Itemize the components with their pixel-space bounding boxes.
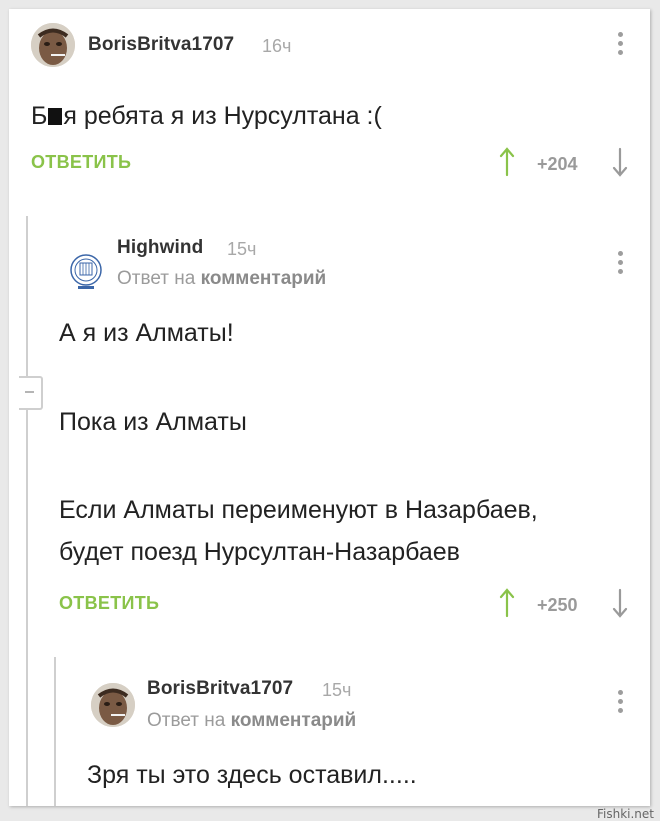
thread-line: [26, 216, 28, 806]
comments-frame: BorisBritva1707 16ч Бя ребята я из Нурсу…: [9, 9, 650, 806]
reply-to-link[interactable]: комментарий: [201, 268, 327, 289]
kebab-menu-icon[interactable]: [616, 690, 624, 717]
comment-paragraph: Пока из Алматы: [59, 408, 247, 436]
rating-value: +204: [537, 154, 578, 174]
kebab-menu-icon[interactable]: [616, 251, 624, 278]
reply-to: Ответ на комментарий: [117, 268, 326, 290]
timestamp: 15ч: [227, 239, 257, 259]
kebab-menu-icon[interactable]: [616, 32, 624, 59]
reply-button[interactable]: ОТВЕТИТЬ: [59, 593, 159, 614]
upvote-arrow-icon[interactable]: [499, 147, 515, 177]
timestamp: 16ч: [262, 36, 292, 56]
avatar[interactable]: [91, 683, 135, 727]
reply-to: Ответ на комментарий: [147, 710, 356, 732]
username[interactable]: Highwind: [117, 237, 203, 259]
downvote-arrow-icon[interactable]: [612, 147, 628, 177]
upvote-arrow-icon[interactable]: [499, 588, 515, 618]
timestamp: 15ч: [322, 680, 352, 700]
censor-block: [48, 108, 63, 125]
avatar[interactable]: [31, 23, 75, 67]
username[interactable]: BorisBritva1707: [88, 34, 234, 56]
comment-text: Зря ты это здесь оставил.....: [87, 761, 417, 789]
watermark: Fishki.net: [596, 807, 654, 821]
comment-text-suffix: я ребята я из Нурсултана :(: [63, 102, 382, 130]
reply-button[interactable]: ОТВЕТИТЬ: [31, 152, 131, 173]
collapse-thread-icon[interactable]: [19, 376, 43, 410]
downvote-arrow-icon[interactable]: [612, 588, 628, 618]
comment-text-prefix: Б: [31, 102, 48, 130]
username[interactable]: BorisBritva1707: [147, 678, 293, 700]
avatar[interactable]: [64, 248, 108, 292]
rating-value: +250: [537, 595, 578, 615]
comment-text: Бя ребята я из Нурсултана :(: [31, 95, 382, 137]
reply-to-link[interactable]: комментарий: [231, 710, 357, 731]
reply-to-prefix: Ответ на: [117, 268, 196, 289]
reply-to-prefix: Ответ на: [147, 710, 226, 731]
comment-paragraph: будет поезд Нурсултан-Назарбаев: [59, 538, 460, 566]
thread-line: [54, 657, 56, 806]
comment-paragraph: А я из Алматы!: [59, 319, 234, 347]
comment-paragraph: Если Алматы переименуют в Назарбаев,: [59, 496, 538, 524]
